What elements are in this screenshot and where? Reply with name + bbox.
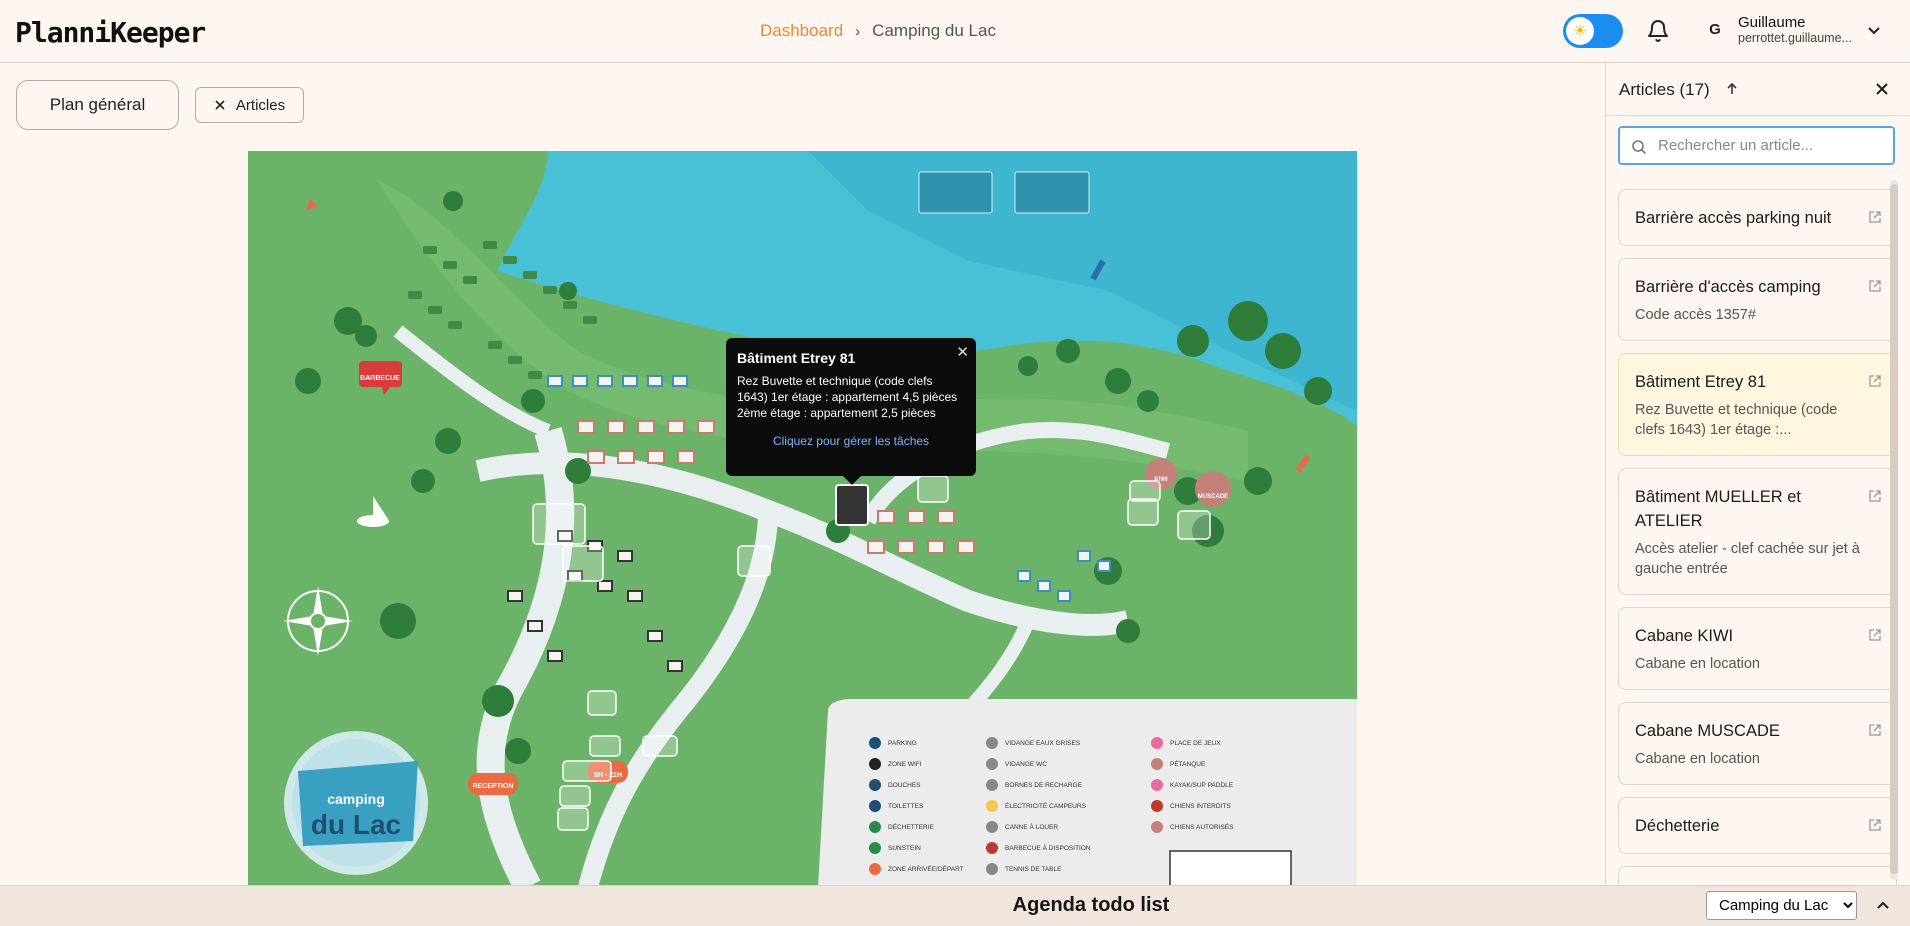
legend-item: PÉTANQUE	[1170, 759, 1206, 768]
list-item[interactable]: Cabane KIWI Cabane en location	[1618, 607, 1897, 690]
list-item[interactable]: Barrière accès parking nuit	[1618, 189, 1897, 246]
close-icon[interactable]	[1873, 80, 1891, 98]
articles-filter-button[interactable]: Articles	[195, 87, 304, 123]
list-item[interactable]	[1618, 866, 1897, 885]
list-item[interactable]: Bâtiment MUELLER et ATELIER Accès atelie…	[1618, 468, 1897, 595]
scrollbar-thumb[interactable]	[1890, 184, 1898, 874]
articles-panel: Articles (17) Barrière accès parking nui…	[1605, 63, 1910, 885]
article-title: Cabane MUSCADE	[1635, 722, 1780, 740]
search-icon	[1632, 140, 1647, 155]
map-illustration: BARBECUE RECEPTION 8H - 22H MUSCADE KIWI	[248, 151, 1357, 887]
panel-header: Articles (17)	[1606, 63, 1910, 116]
user-name: Guillaume	[1738, 14, 1806, 31]
reception-label: RECEPTION	[473, 783, 514, 790]
external-link-icon[interactable]	[1868, 279, 1882, 293]
search-input[interactable]	[1658, 128, 1888, 163]
plan-general-button[interactable]: Plan général	[16, 80, 179, 130]
legend-item: ZONE ARRIVÉE/DÉPART	[888, 864, 964, 873]
article-title: Bâtiment MUELLER et ATELIER	[1635, 488, 1801, 530]
building-popup: ✕ Bâtiment Etrey 81 Rez Buvette et techn…	[726, 338, 976, 485]
legend-item: DÉCHETTERIE	[888, 822, 935, 831]
popup-title: Bâtiment Etrey 81	[737, 350, 856, 366]
legend-item: VIDANGE EAUX GRISES	[1005, 740, 1081, 747]
legend-item: TENNIS DE TABLE	[1005, 866, 1062, 873]
legend-item: PLACE DE JEUX	[1170, 740, 1221, 747]
arrow-up-icon[interactable]	[1724, 81, 1740, 97]
reception-sign: RECEPTION	[468, 773, 518, 795]
theme-toggle[interactable]: ☀	[1563, 14, 1623, 48]
legend-item: DOUCHES	[888, 782, 921, 789]
agenda-bar: Agenda todo list Camping du Lac	[0, 885, 1910, 926]
legend-item: BORNES DE RECHARGE	[1005, 782, 1083, 789]
camping-du-lac-logo: camping du Lac	[284, 731, 428, 875]
article-search	[1618, 126, 1895, 165]
article-title: Barrière accès parking nuit	[1635, 209, 1832, 227]
site-select[interactable]: Camping du Lac	[1706, 891, 1857, 920]
external-link-icon[interactable]	[1868, 374, 1882, 388]
article-title: Bâtiment Etrey 81	[1635, 373, 1767, 391]
list-item[interactable]: Déchetterie	[1618, 797, 1897, 854]
muscade-label: MUSCADE	[1198, 494, 1228, 500]
logo-camping-text: camping	[327, 791, 385, 807]
camping-map[interactable]: BARBECUE RECEPTION 8H - 22H MUSCADE KIWI	[248, 151, 1357, 887]
article-subtitle: Rez Buvette et technique (code clefs 164…	[1635, 402, 1838, 438]
legend-item: CANNE À LOUER	[1005, 822, 1058, 831]
top-header: PlanniKeeper Dashboard › Camping du Lac …	[0, 0, 1910, 63]
legend-item: BARBECUE À DISPOSITION	[1005, 843, 1091, 852]
breadcrumb-dashboard-link[interactable]: Dashboard	[760, 21, 843, 41]
chevron-down-icon[interactable]	[1866, 22, 1882, 38]
user-email: perrottet.guillaume...	[1738, 31, 1852, 45]
legend-item: CHIENS INTERDITS	[1170, 803, 1231, 810]
bell-icon[interactable]	[1646, 18, 1670, 44]
map-legend: PARKING ZONE WIFI DOUCHES TOILETTES DÉCH…	[818, 699, 1357, 887]
popup-arrow	[843, 476, 861, 485]
external-link-icon[interactable]	[1868, 210, 1882, 224]
list-item[interactable]: Barrière d'accès camping Code accès 1357…	[1618, 258, 1897, 341]
breadcrumb: Dashboard › Camping du Lac	[760, 21, 996, 41]
legend-item: KAYAK/SUP PADDLE	[1170, 782, 1234, 789]
article-subtitle: Code accès 1357#	[1635, 307, 1756, 323]
article-subtitle: Accès atelier - clef cachée sur jet à ga…	[1635, 541, 1860, 577]
list-item-selected[interactable]: Bâtiment Etrey 81 Rez Buvette et techniq…	[1618, 353, 1897, 456]
chevron-up-icon[interactable]	[1874, 896, 1892, 914]
legend-item: ZONE WIFI	[888, 761, 922, 768]
app-logo[interactable]: PlanniKeeper	[15, 16, 206, 49]
muscade-sign: MUSCADE	[1195, 471, 1231, 507]
selected-building-marker[interactable]	[835, 484, 869, 526]
legend-item: SUNSTEIN	[888, 845, 921, 852]
legend-item: CHIENS AUTORISÉS	[1170, 822, 1234, 831]
sun-icon: ☀	[1566, 17, 1594, 45]
articles-scrollbar[interactable]	[1890, 180, 1898, 880]
article-title: Cabane KIWI	[1635, 627, 1734, 645]
external-link-icon[interactable]	[1868, 489, 1882, 503]
article-title: Déchetterie	[1635, 817, 1720, 835]
breadcrumb-chevron-icon: ›	[855, 22, 861, 40]
article-subtitle: Cabane en location	[1635, 656, 1760, 672]
avatar[interactable]: G	[1702, 17, 1728, 43]
logo-dulac-text: du Lac	[311, 809, 401, 840]
article-title: Barrière d'accès camping	[1635, 278, 1821, 296]
popup-description: Rez Buvette et technique (code clefs 164…	[737, 374, 958, 420]
barbecue-label: BARBECUE	[360, 375, 400, 382]
breadcrumb-current: Camping du Lac	[872, 21, 996, 40]
external-link-icon[interactable]	[1868, 818, 1882, 832]
legend-item: ÉLECTRICITÉ CAMPEURS	[1005, 801, 1087, 810]
manage-tasks-link[interactable]: Cliquez pour gérer les tâches	[737, 434, 965, 448]
legend-item: PARKING	[888, 740, 917, 747]
list-item[interactable]: Cabane MUSCADE Cabane en location	[1618, 702, 1897, 785]
legend-item: TOILETTES	[888, 803, 924, 810]
external-link-icon[interactable]	[1868, 723, 1882, 737]
legend-item: VIDANGE WC	[1005, 761, 1047, 768]
articles-filter-label: Articles	[235, 96, 286, 114]
articles-list: Barrière accès parking nuit Barrière d'a…	[1618, 189, 1897, 885]
article-subtitle: Cabane en location	[1635, 751, 1760, 767]
close-icon	[215, 100, 225, 110]
agenda-title: Agenda todo list	[1012, 894, 1170, 916]
external-link-icon[interactable]	[1868, 628, 1882, 642]
close-icon[interactable]: ✕	[956, 343, 969, 361]
panel-title: Articles (17)	[1619, 80, 1710, 99]
